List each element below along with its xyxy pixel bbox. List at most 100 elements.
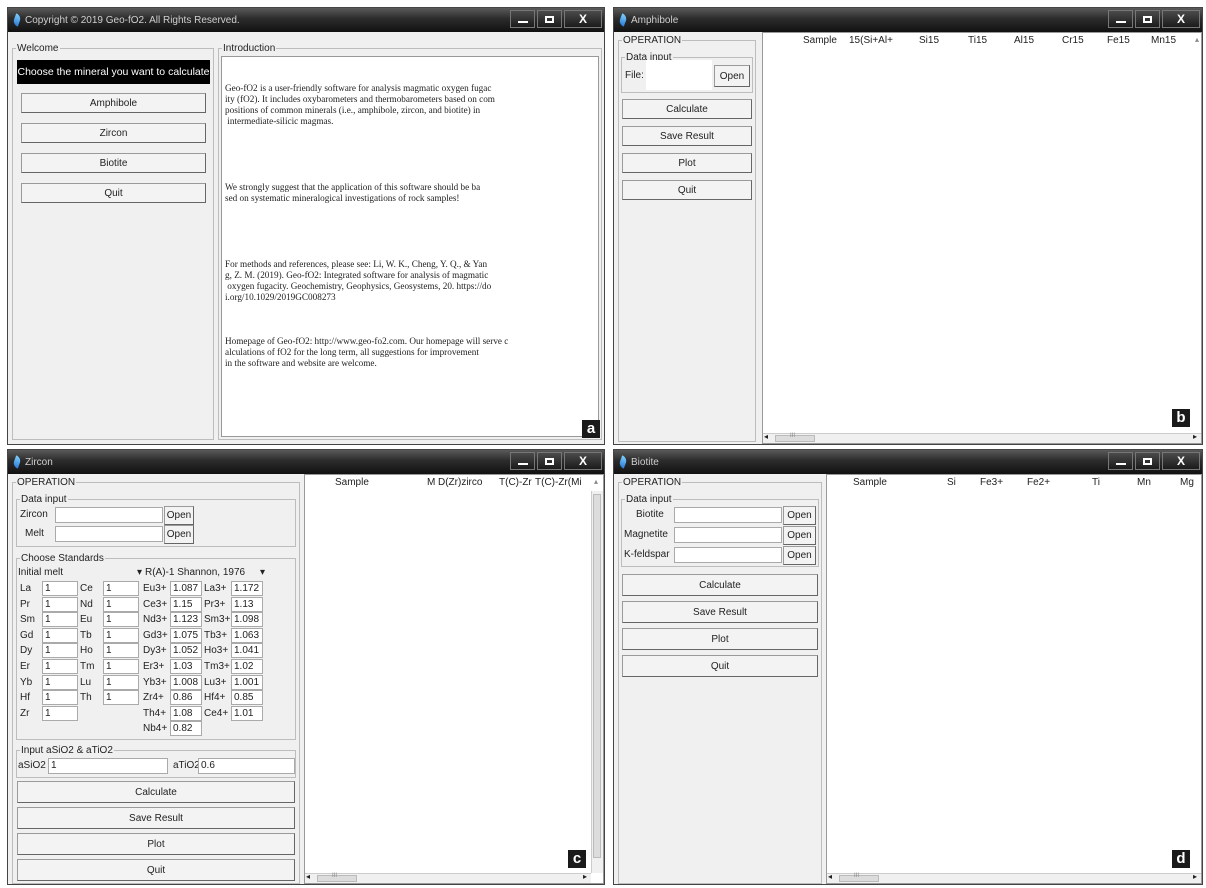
scroll-left-icon[interactable]: ◂ bbox=[828, 872, 832, 881]
save-result-button[interactable]: Save Result bbox=[622, 126, 752, 146]
column-header[interactable]: Fe15 bbox=[1107, 35, 1130, 46]
standard-value-input[interactable]: 1 bbox=[103, 674, 139, 690]
results-table[interactable]: Sample M D(Zr)zirco T(C)-Zr T(C)-Zr(Mi ▴… bbox=[304, 474, 604, 884]
column-header[interactable]: Sample bbox=[335, 477, 369, 488]
scroll-up-icon[interactable]: ▴ bbox=[1195, 35, 1199, 44]
standard-value-input[interactable]: 1 bbox=[42, 659, 78, 674]
scroll-right-icon[interactable]: ▸ bbox=[1193, 432, 1197, 441]
standard-value-input[interactable]: 1 bbox=[103, 643, 139, 659]
melt-open-button[interactable]: Open bbox=[164, 525, 194, 544]
horizontal-scrollbar[interactable]: ◂ III ▸ bbox=[305, 872, 591, 883]
close-button[interactable]: X bbox=[564, 10, 602, 28]
scroll-up-icon[interactable]: ▴ bbox=[594, 477, 598, 486]
horizontal-scrollbar[interactable]: ◂ III ▸ bbox=[827, 872, 1201, 883]
column-header[interactable]: Sample bbox=[853, 477, 887, 488]
biotite-button[interactable]: Biotite bbox=[21, 153, 206, 173]
standard-value-input[interactable]: 1.001 bbox=[231, 674, 263, 690]
scrollbar-thumb[interactable] bbox=[593, 494, 601, 858]
column-header[interactable]: Si15 bbox=[919, 35, 939, 46]
results-table[interactable]: Sample Si Fe3+ Fe2+ Ti Mn Mg ◂ III ▸ bbox=[826, 474, 1202, 884]
zircon-open-button[interactable]: Open bbox=[164, 506, 194, 525]
standard-value-input[interactable]: 1 bbox=[103, 659, 139, 674]
standard-value-input[interactable]: 1 bbox=[103, 627, 139, 643]
title-bar[interactable]: Biotite X bbox=[614, 450, 1202, 474]
column-header[interactable]: Cr15 bbox=[1062, 35, 1084, 46]
standard-value-input[interactable]: 1.03 bbox=[170, 659, 202, 674]
asio2-input[interactable]: 1 bbox=[48, 758, 168, 774]
zircon-file-input[interactable] bbox=[55, 507, 163, 523]
scroll-left-icon[interactable]: ◂ bbox=[764, 432, 768, 441]
standard-value-input[interactable]: 1.008 bbox=[170, 674, 202, 690]
quit-button[interactable]: Quit bbox=[21, 183, 206, 203]
amphibole-button[interactable]: Amphibole bbox=[21, 93, 206, 113]
minimize-button[interactable] bbox=[510, 452, 535, 470]
minimize-button[interactable] bbox=[510, 10, 535, 28]
title-bar[interactable]: Amphibole X bbox=[614, 8, 1202, 32]
title-bar[interactable]: Copyright © 2019 Geo-fO2. All Rights Res… bbox=[8, 8, 604, 32]
standard-value-input[interactable]: 1.02 bbox=[231, 659, 263, 674]
save-result-button[interactable]: Save Result bbox=[17, 807, 295, 829]
column-header[interactable]: Fe2+ bbox=[1027, 477, 1050, 488]
minimize-button[interactable] bbox=[1108, 10, 1133, 28]
plot-button[interactable]: Plot bbox=[17, 833, 295, 855]
standard-value-input[interactable]: 1 bbox=[42, 627, 78, 643]
standard-value-input[interactable]: 1 bbox=[42, 705, 78, 721]
scroll-right-icon[interactable]: ▸ bbox=[1193, 872, 1197, 881]
scrollbar-thumb[interactable]: III bbox=[317, 873, 357, 882]
standard-value-input[interactable]: 1.01 bbox=[231, 705, 263, 721]
column-header[interactable]: T(C)-Zr bbox=[499, 477, 532, 488]
open-button[interactable]: Open bbox=[714, 65, 750, 87]
standard-value-input[interactable]: 1 bbox=[103, 612, 139, 628]
standard-value-input[interactable]: 1 bbox=[103, 690, 139, 706]
standard-value-input[interactable]: 0.82 bbox=[170, 721, 202, 737]
plot-button[interactable]: Plot bbox=[622, 153, 752, 173]
standard-value-input[interactable]: 1.13 bbox=[231, 596, 263, 612]
standard-value-input[interactable]: 1.087 bbox=[170, 581, 202, 596]
quit-button[interactable]: Quit bbox=[622, 655, 818, 677]
file-input[interactable] bbox=[646, 60, 712, 90]
maximize-button[interactable] bbox=[537, 10, 562, 28]
standard-value-input[interactable]: 0.85 bbox=[231, 690, 263, 706]
close-button[interactable]: X bbox=[1162, 10, 1200, 28]
column-header[interactable]: M bbox=[427, 477, 435, 488]
maximize-button[interactable] bbox=[537, 452, 562, 470]
k-feldspar-file-input[interactable] bbox=[674, 547, 782, 563]
magnetite-file-input[interactable] bbox=[674, 527, 782, 543]
standard-value-input[interactable]: 1.075 bbox=[170, 627, 202, 643]
standard-value-input[interactable]: 1.172 bbox=[231, 581, 263, 596]
standard-value-input[interactable]: 1 bbox=[42, 612, 78, 628]
horizontal-scrollbar[interactable]: ◂ III ▸ bbox=[763, 432, 1201, 443]
column-header[interactable]: T(C)-Zr(Mi bbox=[535, 477, 582, 488]
close-button[interactable]: X bbox=[1162, 452, 1200, 470]
scroll-left-icon[interactable]: ◂ bbox=[306, 872, 310, 881]
quit-button[interactable]: Quit bbox=[622, 180, 752, 200]
standard-value-input[interactable]: 1.041 bbox=[231, 643, 263, 659]
quit-button[interactable]: Quit bbox=[17, 859, 295, 881]
standard-value-input[interactable]: 1.08 bbox=[170, 705, 202, 721]
standard-value-input[interactable]: 1.15 bbox=[170, 596, 202, 612]
melt-file-input[interactable] bbox=[55, 526, 163, 542]
maximize-button[interactable] bbox=[1135, 452, 1160, 470]
column-header[interactable]: D(Zr)zirco bbox=[438, 477, 482, 488]
column-header[interactable]: Ti bbox=[1092, 477, 1100, 488]
column-header[interactable]: Mn bbox=[1137, 477, 1151, 488]
standard-value-input[interactable]: 1.098 bbox=[231, 612, 263, 628]
standard-value-input[interactable]: 1 bbox=[42, 674, 78, 690]
minimize-button[interactable] bbox=[1108, 452, 1133, 470]
results-table[interactable]: Sample 15(Si+Al+ Si15 Ti15 Al15 Cr15 Fe1… bbox=[762, 32, 1202, 444]
save-result-button[interactable]: Save Result bbox=[622, 601, 818, 623]
column-header[interactable]: Ti15 bbox=[968, 35, 987, 46]
standard-value-input[interactable]: 1 bbox=[103, 581, 139, 596]
calculate-button[interactable]: Calculate bbox=[17, 781, 295, 803]
introduction-text[interactable]: Geo-fO2 is a user-friendly software for … bbox=[221, 56, 599, 437]
biotite-file-input[interactable] bbox=[674, 507, 782, 523]
column-header[interactable]: 15(Si+Al+ bbox=[849, 35, 893, 46]
scrollbar-thumb[interactable]: III bbox=[839, 873, 879, 882]
maximize-button[interactable] bbox=[1135, 10, 1160, 28]
k-feldspar-open-button[interactable]: Open bbox=[783, 546, 816, 565]
column-header[interactable]: Mg bbox=[1180, 477, 1194, 488]
biotite-open-button[interactable]: Open bbox=[783, 506, 816, 525]
standard-value-input[interactable]: 1 bbox=[42, 690, 78, 706]
calculate-button[interactable]: Calculate bbox=[622, 574, 818, 596]
standard-value-input[interactable]: 1 bbox=[42, 581, 78, 596]
